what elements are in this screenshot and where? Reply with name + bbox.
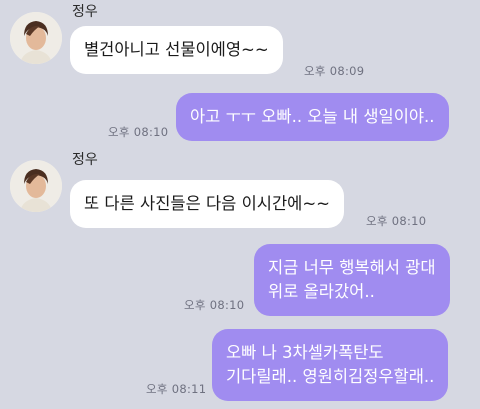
avatar[interactable]	[10, 12, 62, 64]
message-time: 오후 08:10	[108, 125, 169, 139]
avatar[interactable]	[10, 160, 62, 212]
message-bubble-incoming[interactable]: 또 다른 사진들은 다음 이시간에~~	[70, 180, 344, 228]
profile-photo-avatar-icon	[10, 12, 62, 64]
message-bubble-outgoing[interactable]: 오빠 나 3차셀카폭탄도 기다릴래.. 영원히김정우할래..	[212, 329, 449, 401]
sender-name: 정우	[72, 4, 98, 20]
profile-photo-avatar-icon	[10, 160, 62, 212]
message-time: 오후 08:11	[146, 382, 207, 396]
message-text: 아고 ㅜㅜ 오빠.. 오늘 내 생일이야..	[190, 107, 435, 126]
message-text: 별건아니고 선물이에영~~	[84, 40, 269, 59]
message-text-line: 오빠 나 3차셀카폭탄도	[226, 343, 384, 362]
message-bubble-incoming[interactable]: 별건아니고 선물이에영~~	[70, 26, 283, 74]
message-text: 또 다른 사진들은 다음 이시간에~~	[84, 194, 330, 213]
sender-name: 정우	[72, 152, 98, 168]
message-text-line: 지금 너무 행복해서 광대	[268, 258, 436, 277]
message-time: 오후 08:10	[366, 214, 427, 228]
message-bubble-outgoing[interactable]: 아고 ㅜㅜ 오빠.. 오늘 내 생일이야..	[176, 93, 449, 141]
message-text-line: 기다릴래.. 영원히김정우할래..	[226, 367, 435, 386]
message-time: 오후 08:09	[304, 64, 365, 78]
message-time: 오후 08:10	[184, 298, 245, 312]
message-text-line: 위로 올라갔어..	[268, 282, 375, 301]
message-bubble-outgoing[interactable]: 지금 너무 행복해서 광대 위로 올라갔어..	[254, 244, 450, 316]
